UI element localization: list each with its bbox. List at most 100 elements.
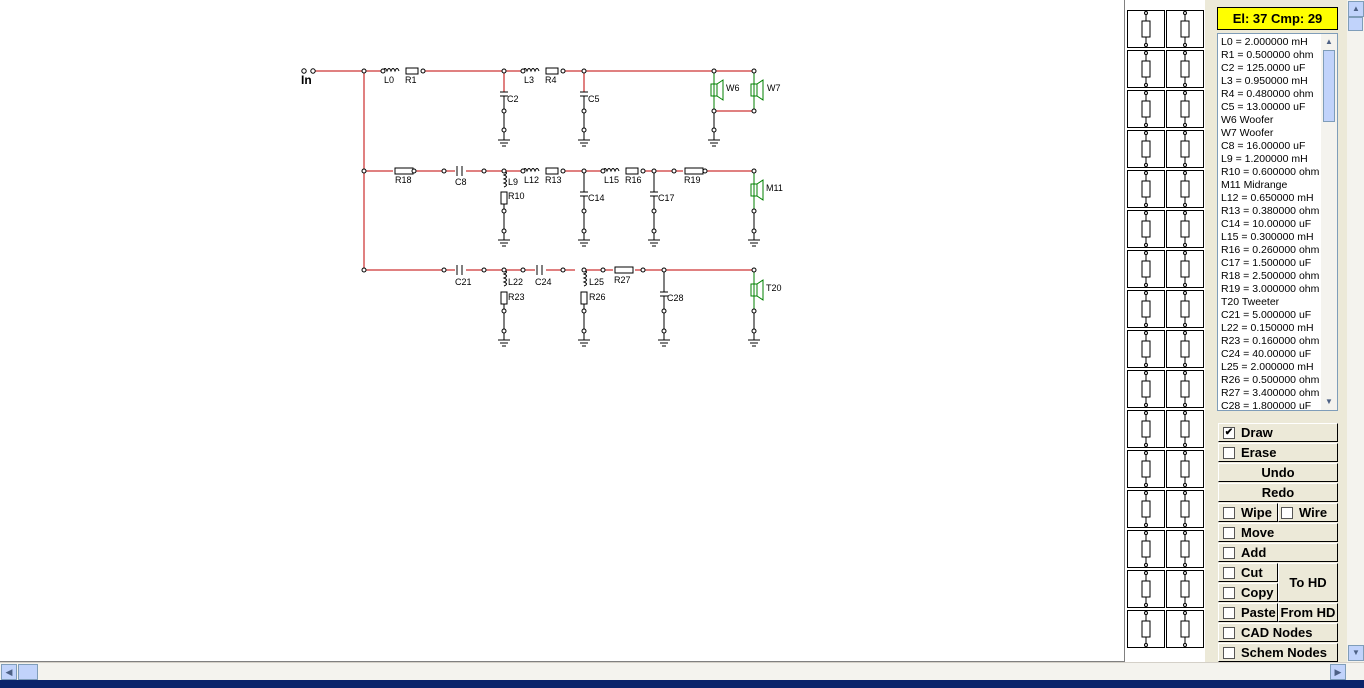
move-toggle[interactable]: Move — [1218, 523, 1338, 542]
schematic-drawing[interactable]: In L0 R1 C2 L3 R4 C5 W6 W7 R18 C8 L9 R10 L12 R13 C14 L1… — [0, 0, 1125, 662]
wipe-checkbox[interactable] — [1223, 506, 1235, 519]
resistor-vertical-icon[interactable] — [1166, 10, 1204, 48]
erase-toggle[interactable]: Erase — [1218, 443, 1338, 462]
hscroll-right-icon[interactable]: ▶ — [1330, 664, 1346, 680]
wipe-toggle[interactable]: Wipe — [1218, 503, 1278, 522]
rl-series-vertical-icon[interactable] — [1166, 250, 1204, 288]
resistor-horizontal-icon[interactable] — [1166, 50, 1204, 88]
component-list-item[interactable]: R23 = 0.160000 ohm — [1221, 335, 1321, 348]
from-hd-button[interactable]: From HD — [1278, 603, 1338, 622]
horizontal-scrollbar[interactable]: ◀ ▶ — [0, 662, 1364, 681]
rl-parallel-icon[interactable] — [1127, 370, 1165, 408]
op-amp-diff2-icon[interactable] — [1166, 570, 1204, 608]
paste-toggle[interactable]: Paste — [1218, 603, 1278, 622]
cad-nodes-checkbox[interactable] — [1223, 626, 1235, 639]
hscroll-thumb[interactable] — [18, 664, 38, 680]
node-icon[interactable] — [1127, 130, 1165, 168]
capacitor-horizontal-icon[interactable] — [1166, 130, 1204, 168]
component-list-item[interactable]: T20 Tweeter — [1221, 296, 1321, 309]
list-scrollbar[interactable]: ▲ ▼ — [1321, 34, 1337, 410]
component-list-item[interactable]: L0 = 2.000000 mH — [1221, 36, 1321, 49]
wire-checkbox[interactable] — [1281, 506, 1293, 519]
wire-toggle[interactable]: Wire — [1278, 503, 1338, 522]
capacitor-tee-icon[interactable] — [1127, 450, 1165, 488]
scroll-down-icon[interactable]: ▼ — [1322, 395, 1336, 409]
component-list-item[interactable]: C2 = 125.0000 uF — [1221, 62, 1321, 75]
op-amp-invert2-icon[interactable] — [1166, 610, 1204, 648]
component-list-item[interactable]: C17 = 1.500000 uF — [1221, 257, 1321, 270]
component-list-item[interactable]: R19 = 3.000000 ohm — [1221, 283, 1321, 296]
redo-button[interactable]: Redo — [1218, 483, 1338, 502]
erase-checkbox[interactable] — [1223, 446, 1235, 459]
component-list-item[interactable]: C8 = 16.00000 uF — [1221, 140, 1321, 153]
speaker-icon[interactable] — [1127, 10, 1165, 48]
component-list-item[interactable]: L12 = 0.650000 mH — [1221, 192, 1321, 205]
component-list-item[interactable]: L9 = 1.200000 mH — [1221, 153, 1321, 166]
copy-checkbox[interactable] — [1223, 586, 1235, 599]
scroll-up-icon[interactable]: ▲ — [1322, 35, 1336, 49]
transformer-box-icon[interactable] — [1166, 450, 1204, 488]
series-rc-icon[interactable] — [1127, 330, 1165, 368]
component-list-item[interactable]: C28 = 1.800000 uF — [1221, 400, 1321, 410]
tank-circuit-icon[interactable] — [1166, 490, 1204, 528]
inductor-resistor-h-icon[interactable] — [1166, 330, 1204, 368]
copy-toggle[interactable]: Copy — [1218, 583, 1278, 602]
paste-checkbox[interactable] — [1223, 606, 1235, 619]
component-list-item[interactable]: W6 Woofer — [1221, 114, 1321, 127]
component-list-item[interactable]: C14 = 10.00000 uF — [1221, 218, 1321, 231]
component-list-item[interactable]: L22 = 0.150000 mH — [1221, 322, 1321, 335]
hscroll-left-icon[interactable]: ◀ — [1, 664, 17, 680]
component-list-item[interactable]: M11 Midrange — [1221, 179, 1321, 192]
ground-icon[interactable] — [1127, 170, 1165, 208]
component-list-item[interactable]: R4 = 0.480000 ohm — [1221, 88, 1321, 101]
add-toggle[interactable]: Add — [1218, 543, 1338, 562]
vertical-scrollbar[interactable]: ▲ ▼ — [1347, 0, 1364, 662]
component-list-item[interactable]: L3 = 0.950000 mH — [1221, 75, 1321, 88]
cad-nodes-toggle[interactable]: CAD Nodes — [1218, 623, 1338, 642]
component-list-item[interactable]: L25 = 2.000000 mH — [1221, 361, 1321, 374]
to-hd-button[interactable]: To HD — [1278, 563, 1338, 602]
component-list-item[interactable]: C21 = 5.000000 uF — [1221, 309, 1321, 322]
component-list-item[interactable]: R16 = 0.260000 ohm — [1221, 244, 1321, 257]
schem-nodes-checkbox[interactable] — [1223, 646, 1235, 659]
schematic-canvas[interactable]: In L0 R1 C2 L3 R4 C5 W6 W7 R18 C8 L9 R10 L12 R13 C14 L1… — [0, 0, 1125, 662]
variable-resistor-icon[interactable] — [1127, 90, 1165, 128]
draw-checkbox[interactable]: ✔ — [1223, 426, 1235, 439]
inductor-vertical-icon[interactable] — [1166, 170, 1204, 208]
cut-checkbox[interactable] — [1223, 566, 1235, 579]
inductor-horizontal-icon[interactable] — [1166, 210, 1204, 248]
resistor-box-icon[interactable] — [1166, 290, 1204, 328]
op-amp-diff-icon[interactable] — [1127, 570, 1165, 608]
resistor-capacitor-box-icon[interactable] — [1166, 370, 1204, 408]
capacitor-vertical-icon[interactable] — [1166, 90, 1204, 128]
component-list-item[interactable]: R13 = 0.380000 ohm — [1221, 205, 1321, 218]
input-terminal-icon[interactable] — [1127, 50, 1165, 88]
inductor-resistor-v-icon[interactable] — [1166, 410, 1204, 448]
component-list-item[interactable]: C24 = 40.00000 uF — [1221, 348, 1321, 361]
switch-icon[interactable] — [1127, 210, 1165, 248]
op-amp-plus-icon[interactable] — [1127, 290, 1165, 328]
component-list-item[interactable]: C5 = 13.00000 uF — [1221, 101, 1321, 114]
undo-button[interactable]: Undo — [1218, 463, 1338, 482]
add-checkbox[interactable] — [1223, 546, 1235, 559]
cut-toggle[interactable]: Cut — [1218, 563, 1278, 582]
component-list-item[interactable]: R27 = 3.400000 ohm — [1221, 387, 1321, 400]
vscroll-down-icon[interactable]: ▼ — [1348, 645, 1364, 661]
op-amp-invert-icon[interactable] — [1127, 610, 1165, 648]
component-list-item[interactable]: R1 = 0.500000 ohm — [1221, 49, 1321, 62]
move-checkbox[interactable] — [1223, 526, 1235, 539]
component-list-item[interactable]: L15 = 0.300000 mH — [1221, 231, 1321, 244]
amplifier-icon[interactable] — [1127, 250, 1165, 288]
draw-toggle[interactable]: ✔ Draw — [1218, 423, 1338, 442]
inductor-parallel-icon[interactable] — [1127, 410, 1165, 448]
component-list-item[interactable]: W7 Woofer — [1221, 127, 1321, 140]
terminal-capacitor-icon[interactable] — [1127, 490, 1165, 528]
component-list-item[interactable]: R26 = 0.500000 ohm — [1221, 374, 1321, 387]
component-list-item[interactable]: R10 = 0.600000 ohm — [1221, 166, 1321, 179]
component-list-item[interactable]: R18 = 2.500000 ohm — [1221, 270, 1321, 283]
schem-nodes-toggle[interactable]: Schem Nodes — [1218, 643, 1338, 662]
list-scroll-thumb[interactable] — [1323, 50, 1335, 122]
transformer-t-icon[interactable] — [1127, 530, 1165, 568]
component-list[interactable]: L0 = 2.000000 mH R1 = 0.500000 ohm C2 = 12… — [1217, 33, 1338, 411]
vscroll-up-icon[interactable]: ▲ — [1348, 1, 1364, 17]
